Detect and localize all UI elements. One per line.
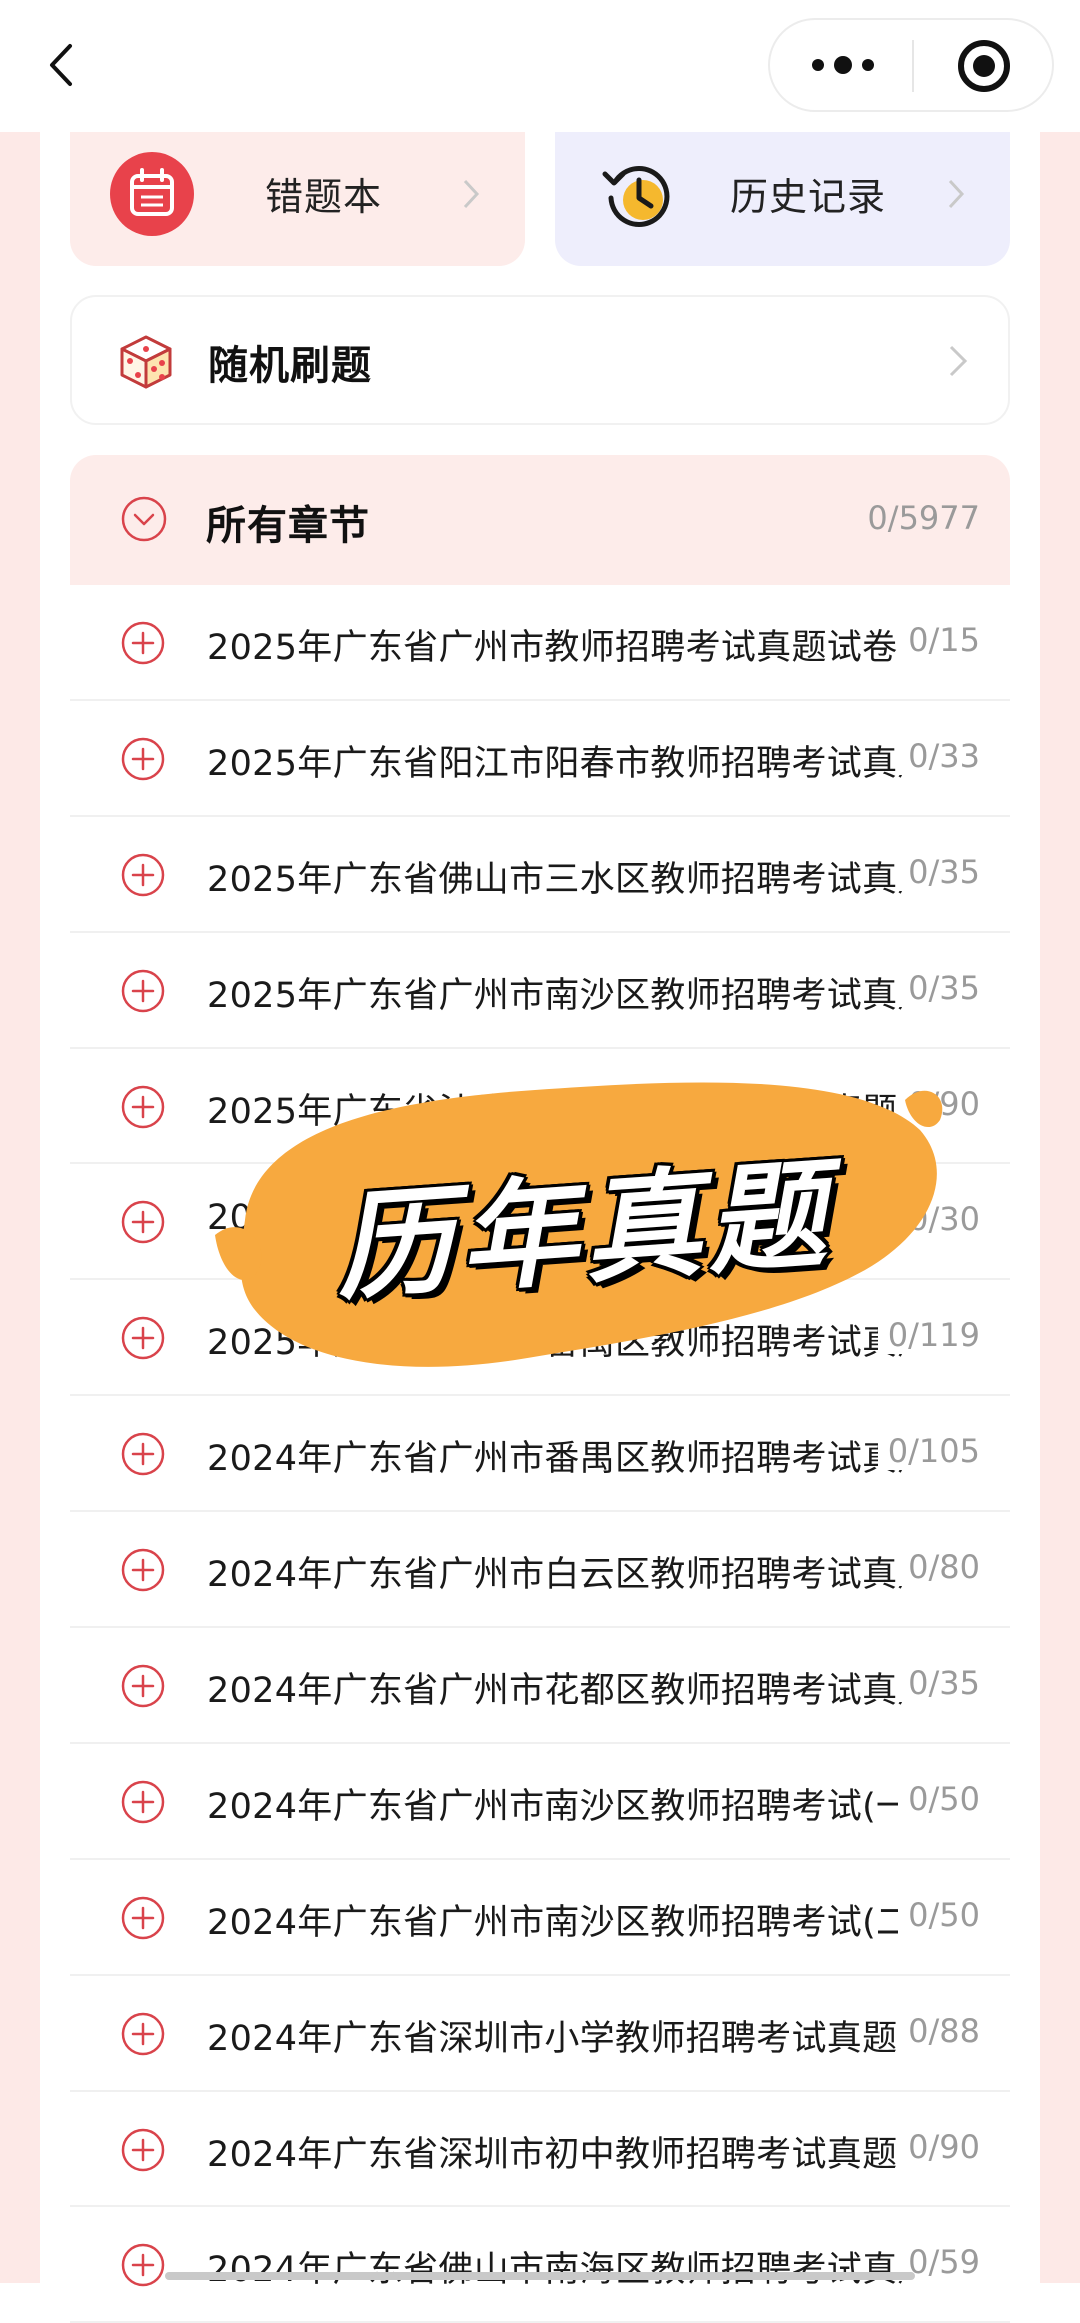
chapter-progress: 0/90 — [898, 2127, 980, 2166]
all-chapters-count: 0/5977 — [867, 499, 980, 537]
chapter-title: 2024年广东省广州市花都区教师招聘考试真题 — [207, 1671, 907, 1711]
chapter-title: 2025年广东省广州市教师招聘考试真题试卷 — [207, 628, 898, 667]
chapter-title: 2025年广东省阳江市阳春市教师招聘考试真题 — [207, 743, 907, 783]
promo-sticker: 历年真题 — [215, 1060, 950, 1380]
plus-circle-icon[interactable] — [120, 1895, 166, 1941]
more-button[interactable] — [808, 42, 878, 88]
chapter-title: 2024年广东省广州市白云区教师招聘考试真题 — [207, 1555, 907, 1595]
history-card[interactable]: 历史记录 — [555, 132, 1010, 266]
chapter-progress: 0/35 — [898, 1664, 980, 1703]
history-label: 历史记录 — [730, 175, 887, 219]
sticker-text: 历年真题 — [331, 1144, 836, 1317]
chapter-progress: 0/35 — [898, 852, 980, 891]
mini-program-capsule — [768, 18, 1054, 112]
plus-circle-icon[interactable] — [120, 2127, 166, 2173]
chapter-title: 2024年广东省深圳市初中教师招聘考试真题 — [207, 2134, 898, 2174]
calendar-icon — [110, 152, 194, 236]
chapter-progress: 0/15 — [898, 621, 980, 659]
chevron-right-icon — [460, 176, 482, 212]
plus-circle-icon[interactable] — [120, 2011, 166, 2057]
wrong-questions-card[interactable]: 错题本 — [70, 132, 525, 266]
all-chapters-header[interactable]: 所有章节 0/5977 — [70, 455, 1010, 585]
plus-circle-icon[interactable] — [120, 1431, 166, 1477]
chapter-title: 2024年广东省佛山市南海区教师招聘考试真题 — [207, 2250, 907, 2290]
chapter-progress: 0/35 — [898, 968, 980, 1007]
capsule-divider — [912, 40, 914, 92]
plus-circle-icon[interactable] — [120, 968, 166, 1014]
wrong-questions-label: 错题本 — [265, 175, 383, 219]
target-circle-icon — [958, 40, 1010, 92]
chevron-right-icon — [946, 341, 970, 381]
chapter-title: 2024年广东省深圳市小学教师招聘考试真题 — [207, 2018, 898, 2058]
chapter-row[interactable]: 2025年广东省广州市教师招聘考试真题试卷 0/15 — [70, 585, 1010, 701]
chevron-left-icon — [50, 44, 72, 86]
plus-circle-icon[interactable] — [120, 736, 166, 782]
home-indicator — [165, 2272, 915, 2280]
chapter-row[interactable]: 2024年广东省深圳市小学教师招聘考试真题 0/88 — [70, 1975, 1010, 2092]
history-clock-icon — [595, 152, 679, 236]
chevron-right-icon — [945, 176, 967, 212]
plus-circle-icon[interactable] — [120, 1779, 166, 1825]
chapter-row[interactable]: 2024年广东省广州市南沙区教师招聘考试(一) 0/50 — [70, 1743, 1010, 1860]
plus-circle-icon[interactable] — [120, 1199, 166, 1245]
chapter-progress: 0/33 — [898, 736, 980, 775]
plus-circle-icon[interactable] — [120, 620, 166, 666]
chapter-progress: 0/88 — [898, 2011, 980, 2050]
plus-circle-icon[interactable] — [120, 1084, 166, 1130]
chapter-title: 2025年广东省佛山市三水区教师招聘考试真题 — [207, 859, 907, 899]
random-practice-label: 随机刷题 — [208, 343, 372, 389]
chapter-row[interactable]: 2024年广东省深圳市初中教师招聘考试真题 0/90 — [70, 2091, 1010, 2208]
back-button[interactable] — [40, 40, 84, 90]
chapter-title: 2024年广东省广州市南沙区教师招聘考试(二) — [207, 1902, 907, 1942]
chapter-row[interactable]: 2025年广东省广州市南沙区教师招聘考试真题 0/35 — [70, 932, 1010, 1049]
chapter-title: 2024年广东省广州市番禺区教师招聘考试真题 — [207, 1439, 907, 1479]
chapter-progress: 0/105 — [877, 1432, 980, 1471]
chapter-progress: 0/80 — [898, 1548, 980, 1587]
close-mini-program-button[interactable] — [956, 38, 1012, 94]
chevron-down-circle-icon[interactable] — [120, 495, 168, 543]
chapter-row[interactable]: 2024年广东省广州市番禺区教师招聘考试真题 0/105 — [70, 1396, 1010, 1513]
chapter-row[interactable]: 2025年广东省阳江市阳春市教师招聘考试真题 0/33 — [70, 700, 1010, 817]
chapter-row[interactable]: 2024年广东省佛山市南海区教师招聘考试真题 0/59 — [70, 2207, 1010, 2323]
random-practice-card[interactable]: 随机刷题 — [70, 295, 1010, 425]
chapter-row[interactable]: 2024年广东省广州市花都区教师招聘考试真题 0/35 — [70, 1628, 1010, 1744]
chapter-progress: 0/50 — [898, 1895, 980, 1934]
plus-circle-icon[interactable] — [120, 1663, 166, 1709]
more-dots-icon — [812, 56, 874, 74]
plus-circle-icon[interactable] — [120, 1547, 166, 1593]
all-chapters-title: 所有章节 — [206, 503, 370, 549]
plus-circle-icon[interactable] — [120, 852, 166, 898]
dice-icon — [118, 333, 174, 389]
chapter-title: 2025年广东省广州市南沙区教师招聘考试真题 — [207, 975, 907, 1015]
plus-circle-icon[interactable] — [120, 2242, 166, 2288]
chapter-title: 2024年广东省广州市南沙区教师招聘考试(一) — [207, 1786, 907, 1826]
chapter-progress: 0/50 — [898, 1779, 980, 1818]
chapter-row[interactable]: 2024年广东省广州市南沙区教师招聘考试(二) 0/50 — [70, 1859, 1010, 1976]
chapter-row[interactable]: 2024年广东省广州市白云区教师招聘考试真题 0/80 — [70, 1512, 1010, 1629]
top-nav-bar — [0, 0, 1080, 132]
plus-circle-icon[interactable] — [120, 1315, 166, 1361]
chapter-list: 2025年广东省广州市教师招聘考试真题试卷 0/15 2025年广东省阳江市阳春市教… — [70, 585, 1010, 2323]
chapter-row[interactable]: 2025年广东省佛山市三水区教师招聘考试真题 0/35 — [70, 816, 1010, 933]
